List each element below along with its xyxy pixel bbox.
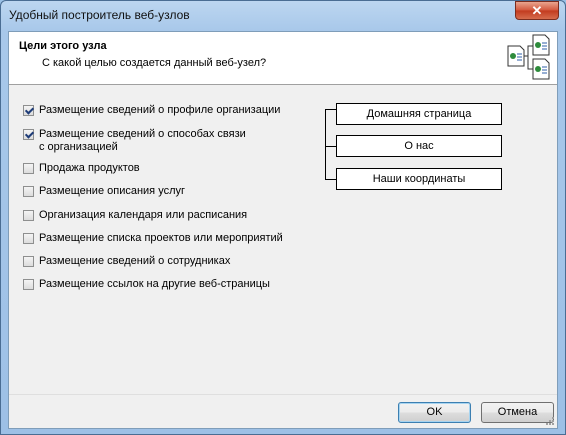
purpose-checkbox[interactable]	[23, 233, 34, 244]
cancel-button[interactable]: Отмена	[481, 402, 554, 423]
dialog-client: Цели этого узла С какой целью создается …	[8, 31, 558, 429]
close-icon: ✕	[531, 3, 543, 18]
purpose-option[interactable]: Размещение сведений о способах связи с о…	[23, 128, 253, 154]
dialog-window: Удобный построитель веб-узлов ✕ Цели это…	[0, 0, 566, 435]
purpose-option-label[interactable]: Размещение сведений о сотрудниках	[39, 255, 230, 268]
purpose-option[interactable]: Размещение сведений о сотрудниках	[23, 255, 303, 268]
purpose-option[interactable]: Размещение списка проектов или мероприят…	[23, 232, 303, 245]
purpose-option[interactable]: Размещение сведений о профиле организаци…	[23, 104, 303, 117]
purpose-checkbox[interactable]	[23, 256, 34, 267]
purpose-option[interactable]: Организация календаря или расписания	[23, 209, 303, 222]
purpose-option-label[interactable]: Размещение описания услуг	[39, 185, 185, 198]
page-node-home: Домашняя страница	[336, 103, 502, 125]
purpose-option-label[interactable]: Размещение сведений о способах связи с о…	[39, 128, 253, 154]
purpose-option-label[interactable]: Организация календаря или расписания	[39, 209, 247, 222]
close-button[interactable]: ✕	[515, 1, 559, 20]
page-subtitle: С какой целью создается данный веб-узел?	[42, 57, 267, 69]
purpose-checkbox[interactable]	[23, 279, 34, 290]
purpose-option-label[interactable]: Размещение списка проектов или мероприят…	[39, 232, 283, 245]
tree-connector-vertical	[325, 109, 326, 179]
button-bar	[9, 394, 557, 430]
page-title: Цели этого узла	[19, 40, 107, 52]
purpose-checkbox[interactable]	[23, 210, 34, 221]
ok-button[interactable]: OK	[398, 402, 471, 423]
purpose-checkbox[interactable]	[23, 163, 34, 174]
tree-connector	[325, 179, 336, 180]
page-node-about: О нас	[336, 135, 502, 157]
resize-grip-icon[interactable]	[545, 416, 555, 426]
tree-connector	[325, 109, 336, 110]
purpose-option[interactable]: Размещение ссылок на другие веб-страницы	[23, 278, 303, 291]
purpose-option[interactable]: Продажа продуктов	[23, 162, 303, 175]
wizard-header: Цели этого узла С какой целью создается …	[9, 32, 557, 85]
purpose-checkbox[interactable]	[23, 186, 34, 197]
purpose-option-label[interactable]: Размещение сведений о профиле организаци…	[39, 104, 280, 117]
tree-connector	[325, 146, 336, 147]
purpose-option-label[interactable]: Продажа продуктов	[39, 162, 140, 175]
title-bar[interactable]: Удобный построитель веб-узлов ✕	[1, 1, 565, 31]
web-pages-icon	[507, 34, 550, 80]
window-title: Удобный построитель веб-узлов	[9, 8, 190, 22]
purpose-checkbox[interactable]	[23, 129, 34, 140]
purpose-checkbox[interactable]	[23, 105, 34, 116]
purpose-option-label[interactable]: Размещение ссылок на другие веб-страницы	[39, 278, 270, 291]
purpose-option[interactable]: Размещение описания услуг	[23, 185, 303, 198]
page-node-contacts: Наши координаты	[336, 168, 502, 190]
